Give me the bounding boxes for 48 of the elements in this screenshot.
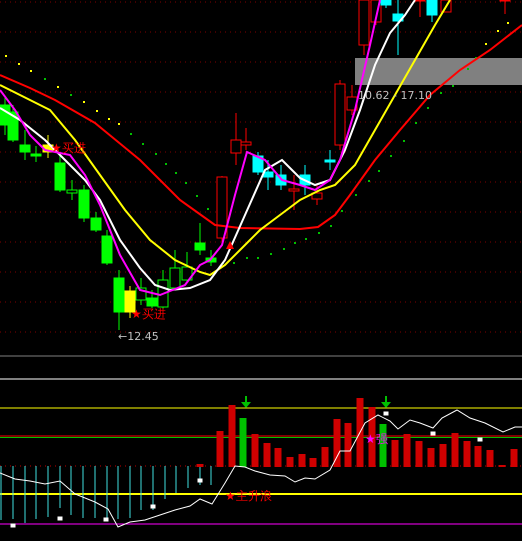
indicator-bar — [440, 444, 446, 467]
indicator-bar — [228, 405, 236, 467]
indicator-bar — [452, 433, 458, 467]
indicator-bar — [298, 454, 306, 467]
indicator-bar — [216, 431, 224, 467]
candlestick — [182, 252, 192, 282]
candlestick — [252, 152, 264, 176]
candlestick — [170, 250, 180, 290]
marker-square — [384, 412, 388, 416]
candlestick — [500, 0, 510, 14]
candlestick — [414, 0, 426, 18]
indicator-bar — [196, 464, 204, 467]
indicator-bar — [344, 423, 352, 467]
marker-square — [430, 432, 436, 436]
indicator-bar — [392, 440, 398, 467]
low-price-label: ←12.45 — [118, 330, 159, 343]
candlestick — [276, 164, 286, 190]
candlestick — [216, 176, 228, 242]
indicator-bar — [274, 448, 282, 467]
indicator-bar — [404, 434, 410, 467]
indicator-bar — [252, 434, 258, 467]
indicator-bar — [474, 446, 482, 467]
marker-square — [10, 524, 16, 528]
indicator-bar — [334, 419, 340, 467]
indicator-bar — [498, 465, 506, 467]
indicator-bar — [464, 441, 470, 467]
indicator-bar — [428, 448, 434, 467]
marker-square — [150, 504, 156, 508]
marker-square — [198, 478, 202, 482]
indicator-bar — [416, 441, 422, 467]
down-arrow-icon — [241, 396, 251, 408]
indicator-bar — [510, 449, 518, 467]
indicator-bar — [286, 457, 294, 467]
candlestick — [8, 104, 18, 142]
indicator-bar — [264, 443, 270, 467]
indicator-bar — [486, 450, 494, 467]
indicator-bar — [356, 398, 364, 467]
indicator-bar — [310, 458, 316, 467]
marker-square — [478, 438, 482, 442]
marker-square — [58, 516, 62, 520]
marker-square — [104, 518, 108, 522]
candlestick — [262, 160, 274, 190]
down-arrow-icon — [381, 396, 391, 408]
buy-signal-label: ★买进 — [131, 307, 166, 321]
candlestick — [288, 174, 300, 210]
candlestick — [426, 0, 438, 22]
indicator-bar — [322, 447, 328, 467]
triangle-icon — [226, 241, 234, 249]
